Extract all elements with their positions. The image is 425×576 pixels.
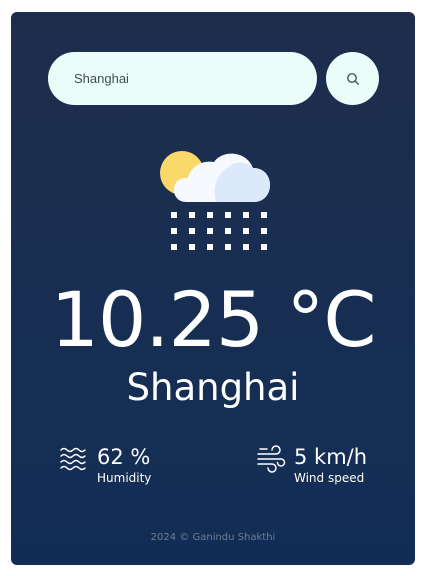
search-icon [346, 72, 359, 85]
footer-credit: 2024 © Ganindu Shakthi [150, 532, 276, 543]
humidity-waves-icon [60, 447, 86, 471]
wind-speed-label: Wind speed [294, 471, 365, 485]
wind-speed-value: 5 km/h [294, 445, 368, 469]
wind-block: 5 km/h Wind speed [256, 442, 367, 485]
search-input-value: Shanghai [74, 71, 129, 86]
humidity-value: 62 % [97, 445, 151, 469]
cloud-snow-icon [160, 151, 270, 250]
search-input[interactable]: Shanghai [48, 52, 317, 105]
wind-icon [257, 445, 286, 473]
humidity-block: 62 % Humidity [59, 442, 151, 485]
temperature-reading: 10.25 °C [50, 275, 377, 364]
weather-card: Shanghai 10.25 °C Shanghai 62 % Humidity… [11, 12, 415, 565]
search-button[interactable] [326, 52, 379, 105]
city-name: Shanghai [126, 366, 300, 409]
humidity-label: Humidity [97, 471, 152, 485]
